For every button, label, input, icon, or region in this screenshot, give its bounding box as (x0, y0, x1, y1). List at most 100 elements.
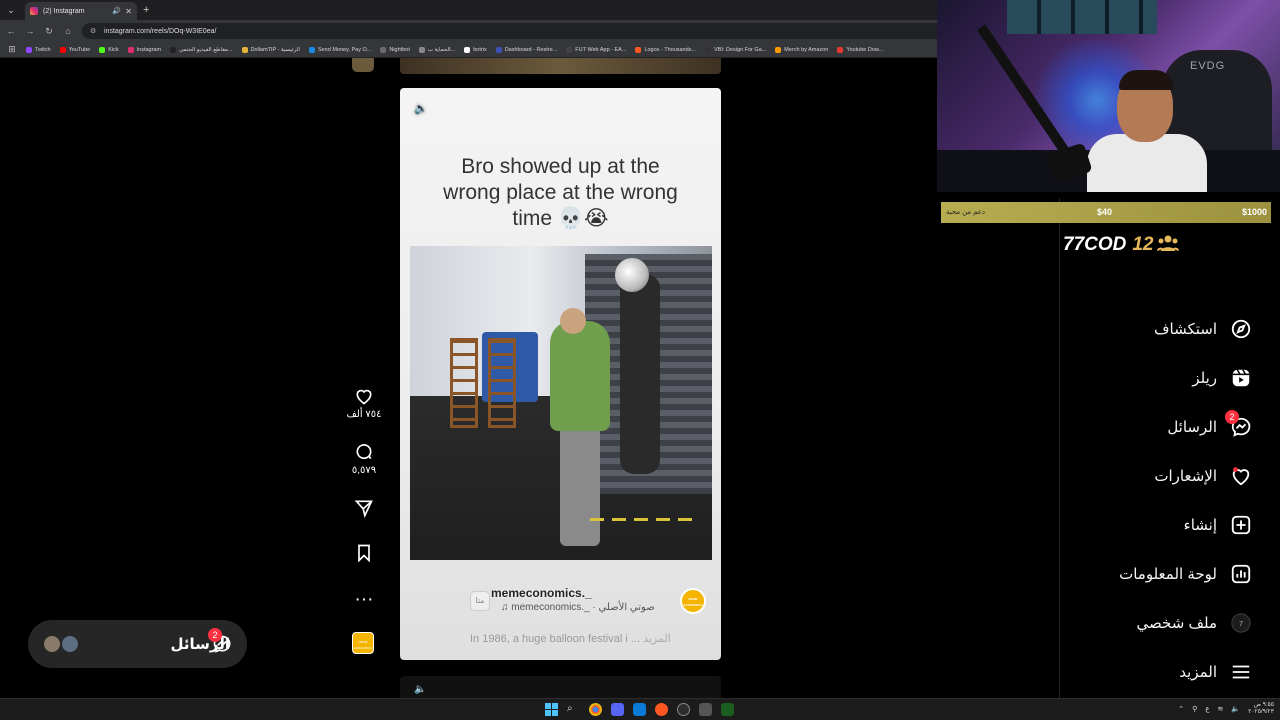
video-person-head (560, 308, 586, 334)
viewer-count: 12 (1132, 234, 1154, 255)
more-options-button[interactable]: ··· (340, 589, 388, 611)
volume-icon[interactable]: 🔈 (414, 102, 430, 118)
plus-square-icon (1230, 514, 1252, 536)
bookmark-item[interactable]: Send Money, Pay O... (308, 46, 372, 53)
clock[interactable]: ٩:٥٥ ص ٢٠٢٥/٩/٢٣ (1248, 702, 1274, 716)
like-button[interactable]: ٧٥٤ ألف (340, 386, 388, 420)
streamer-webcam: EVDG (937, 0, 1280, 192)
bookmark-item[interactable]: botrix (464, 46, 487, 53)
sidebar-item-reels[interactable]: ريلز (1060, 361, 1280, 397)
bookmark-item[interactable]: Twitch (26, 46, 51, 53)
address-bar[interactable]: ⚙ instagram.com/reels/DOq-W3IE0ea/ (82, 23, 962, 39)
previous-reel-peek[interactable] (400, 58, 721, 74)
bookmark-item[interactable]: مقاطع الفيديو الحتمي... (170, 46, 233, 53)
bookmark-label: DollamTIP - الرئيسية (250, 46, 300, 53)
wifi-icon[interactable]: ≋ (1218, 705, 1224, 713)
more-link[interactable]: المزيد (643, 633, 671, 645)
sidebar-item-plus-square[interactable]: إنشاء (1060, 508, 1280, 544)
message-avatars (42, 634, 82, 654)
system-tray: ⌃ ⚲ ع ≋ 🔈 ٩:٥٥ ص ٢٠٢٥/٩/٢٣ (1170, 702, 1274, 716)
clock-date: ٢٠٢٥/٩/٢٣ (1248, 709, 1274, 715)
discord-icon[interactable] (611, 703, 624, 716)
obs-icon[interactable] (655, 703, 668, 716)
sidebar-item-label: الإشعارات (1154, 468, 1217, 485)
comment-count: ٥,٥٧٩ (351, 465, 377, 476)
chrome-icon[interactable] (589, 703, 602, 716)
messages-pill[interactable]: الرسائل 2 (28, 620, 247, 668)
audio-thumbnail[interactable]: MEME ECONOMICS (352, 632, 374, 654)
browser-tab-instagram[interactable]: (2) Instagram 🔊 ✕ (25, 2, 137, 20)
settings-icon[interactable] (677, 703, 690, 716)
chevron-up-icon[interactable]: ⌃ (1178, 705, 1184, 713)
bookmark-item[interactable]: FUT Web App - EA... (566, 46, 626, 53)
language-indicator[interactable]: ع (1205, 705, 1209, 713)
url-text: instagram.com/reels/DOq-W3IE0ea/ (104, 27, 217, 35)
save-button[interactable] (340, 543, 388, 565)
svg-text:7: 7 (1239, 619, 1243, 628)
sidebar-item-dashboard[interactable]: لوحة المعلومات (1060, 557, 1280, 593)
sidebar-item-compass[interactable]: استكشاف (1060, 312, 1280, 348)
comment-button[interactable]: ٥,٥٧٩ (340, 442, 388, 476)
comment-icon (340, 442, 388, 464)
reel-description[interactable]: In 1986, a huge balloon festival i ... ا… (470, 632, 710, 645)
new-tab-icon[interactable]: + (143, 4, 149, 16)
terminal-icon[interactable] (721, 703, 734, 716)
volume-icon[interactable]: 🔈 (414, 684, 426, 695)
heart-icon (340, 386, 388, 408)
tab-close-icon[interactable]: ✕ (125, 7, 132, 16)
author-username[interactable]: memeconomics._ (491, 586, 592, 600)
reel-video-frame[interactable] (410, 246, 712, 560)
sidebar-item-label: استكشاف (1153, 321, 1217, 338)
bookmark-favicon-icon (26, 46, 32, 53)
sidebar-item-profile[interactable]: ملف شخصي 7 (1060, 606, 1280, 642)
network-icon[interactable]: ⚲ (1192, 705, 1197, 713)
search-icon[interactable]: ⌕ (567, 703, 580, 716)
music-note-icon: ♫ (501, 602, 512, 613)
goal-target: $1000 (1241, 207, 1267, 217)
bookmark-item[interactable]: Dashboard - Restre... (495, 46, 557, 53)
bookmark-item[interactable]: Logos - Thousands... (635, 46, 696, 53)
home-icon[interactable]: ⌂ (60, 23, 76, 39)
viewer-counter: 77COD 12 (1063, 233, 1179, 257)
sidebar-item-messenger[interactable]: الرسائل 2 (1060, 410, 1280, 446)
webcam-person-hair (1119, 70, 1173, 90)
mouse-cursor-icon: ☝ (715, 400, 722, 411)
bookmark-item[interactable]: Instagram (127, 46, 161, 53)
reel-description-text: In 1986, a huge balloon festival i ... (470, 633, 641, 645)
bookmark-item[interactable]: Nightbot (380, 46, 410, 53)
app-icon[interactable] (699, 703, 712, 716)
previous-reel-avatar[interactable] (352, 58, 374, 72)
bookmark-label: Kick (108, 46, 119, 53)
webcam-person-torso (1087, 134, 1207, 192)
back-arrow-icon[interactable]: ← (3, 23, 19, 39)
follow-button[interactable]: متا (470, 591, 490, 611)
bookmark-item[interactable]: YouTube (59, 46, 90, 53)
audio-playing-icon[interactable]: 🔊 (112, 7, 121, 15)
bookmark-item[interactable]: VBI: Design For Ga... (705, 46, 767, 53)
bookmark-label: Send Money, Pay O... (317, 46, 372, 53)
bookmark-favicon-icon (418, 46, 425, 53)
site-info-icon[interactable]: ⚙ (90, 27, 99, 36)
bookmark-label: VBI: Design For Ga... (714, 46, 767, 53)
sidebar-item-label: إنشاء (1183, 517, 1217, 534)
forward-arrow-icon[interactable]: → (22, 23, 38, 39)
volume-tray-icon[interactable]: 🔈 (1231, 705, 1240, 713)
edge-icon[interactable] (633, 703, 646, 716)
bookmark-item[interactable]: DollamTIP - الرئيسية (241, 46, 300, 53)
reload-icon[interactable]: ↻ (41, 23, 57, 39)
tab-search-icon[interactable]: ⌄ (3, 2, 19, 18)
share-button[interactable] (340, 498, 388, 520)
reel-audio-label[interactable]: ♫ memeconomics._ · صوتي الأصلي (501, 602, 655, 613)
bookmark-item[interactable]: Youtube Dow... (837, 46, 883, 53)
sidebar-item-menu[interactable]: المزيد (1060, 655, 1280, 691)
sidebar-item-heart[interactable]: الإشعارات (1060, 459, 1280, 495)
messages-pill-badge: 2 (208, 628, 222, 642)
windows-start-icon[interactable] (545, 703, 558, 716)
bookmark-item[interactable]: Kick (99, 46, 119, 53)
reel-video-card[interactable]: 🔈 Bro showed up at the wrong place at th… (400, 88, 721, 660)
apps-grid-icon[interactable]: ⊞ (4, 42, 20, 57)
bookmark-item[interactable]: الحماية ب... (418, 46, 455, 53)
author-avatar[interactable]: MEME ECONOMICS (680, 588, 706, 614)
bookmark-item[interactable]: Merch by Amazon (775, 46, 828, 53)
next-reel-peek[interactable]: 🔈 (400, 676, 721, 698)
